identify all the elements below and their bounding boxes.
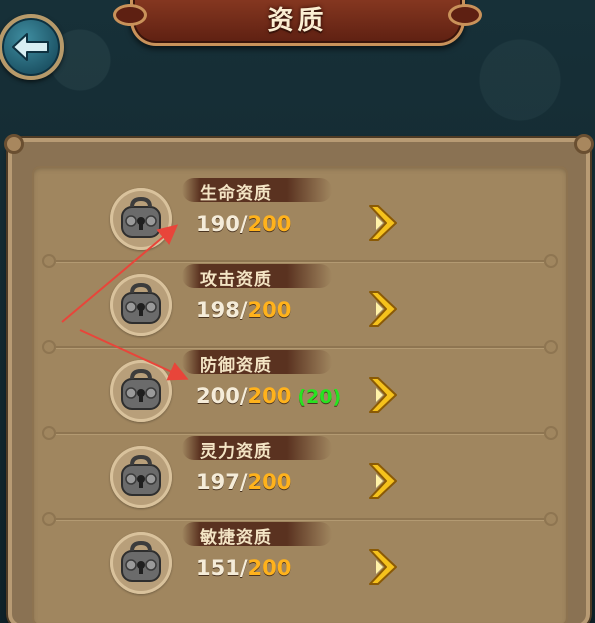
attribute-label: 防御资质 — [200, 356, 272, 376]
lock-icon — [121, 369, 161, 410]
attribute-slot[interactable] — [110, 446, 172, 508]
double-chevron-right-icon[interactable] — [366, 462, 402, 500]
attributes-list: 生命资质 190/200 攻击资质 198/200 防御资质 200/200 (… — [32, 166, 568, 623]
current-value: 197 — [196, 470, 240, 494]
value-separator: / — [239, 212, 248, 236]
max-value: 200 — [247, 384, 292, 408]
attribute-slot[interactable] — [110, 532, 172, 594]
current-value: 198 — [196, 298, 240, 322]
attribute-value: 190/200 — [196, 212, 291, 236]
attribute-row-attack: 攻击资质 198/200 — [32, 262, 568, 354]
lock-icon — [121, 541, 161, 582]
panel-corner-right — [574, 134, 594, 154]
attribute-label: 灵力资质 — [200, 442, 272, 462]
lock-icon — [121, 197, 161, 238]
back-arrow-icon — [12, 33, 49, 61]
max-value: 200 — [247, 212, 292, 236]
current-value: 151 — [196, 556, 240, 580]
attribute-value: 151/200 — [196, 556, 291, 580]
double-chevron-right-icon[interactable] — [366, 376, 402, 414]
panel-corner-left — [4, 134, 24, 154]
attribute-row-defense: 防御资质 200/200 (20) — [32, 348, 568, 440]
double-chevron-right-icon[interactable] — [366, 290, 402, 328]
attribute-label: 生命资质 — [200, 184, 272, 204]
attribute-value: 200/200 (20) — [196, 384, 341, 408]
title-banner: 资质 — [113, 0, 482, 46]
attribute-slot[interactable] — [110, 274, 172, 336]
attribute-value: 197/200 — [196, 470, 291, 494]
banner-ornament-right — [448, 4, 482, 26]
attributes-panel: 生命资质 190/200 攻击资质 198/200 防御资质 200/200 (… — [4, 134, 594, 623]
value-separator: / — [239, 556, 248, 580]
bonus-value: (20) — [297, 386, 342, 408]
attribute-row-agility: 敏捷资质 151/200 — [32, 520, 568, 606]
value-separator: / — [239, 470, 248, 494]
value-separator: / — [239, 384, 248, 408]
attribute-label: 敏捷资质 — [200, 528, 272, 548]
double-chevron-right-icon[interactable] — [366, 204, 402, 242]
banner-ornament-left — [113, 4, 147, 26]
lock-icon — [121, 455, 161, 496]
attribute-row-health: 生命资质 190/200 — [32, 176, 568, 268]
current-value: 190 — [196, 212, 240, 236]
lock-icon — [121, 283, 161, 324]
attribute-value: 198/200 — [196, 298, 291, 322]
current-value: 200 — [196, 384, 240, 408]
double-chevron-right-icon[interactable] — [366, 548, 402, 586]
back-button[interactable] — [0, 14, 64, 80]
attribute-label: 攻击资质 — [200, 270, 272, 290]
attribute-slot[interactable] — [110, 188, 172, 250]
max-value: 200 — [247, 470, 292, 494]
max-value: 200 — [247, 298, 292, 322]
value-separator: / — [239, 298, 248, 322]
max-value: 200 — [247, 556, 292, 580]
page-title: 资质 — [267, 6, 328, 36]
attribute-slot[interactable] — [110, 360, 172, 422]
attribute-row-spirit: 灵力资质 197/200 — [32, 434, 568, 526]
